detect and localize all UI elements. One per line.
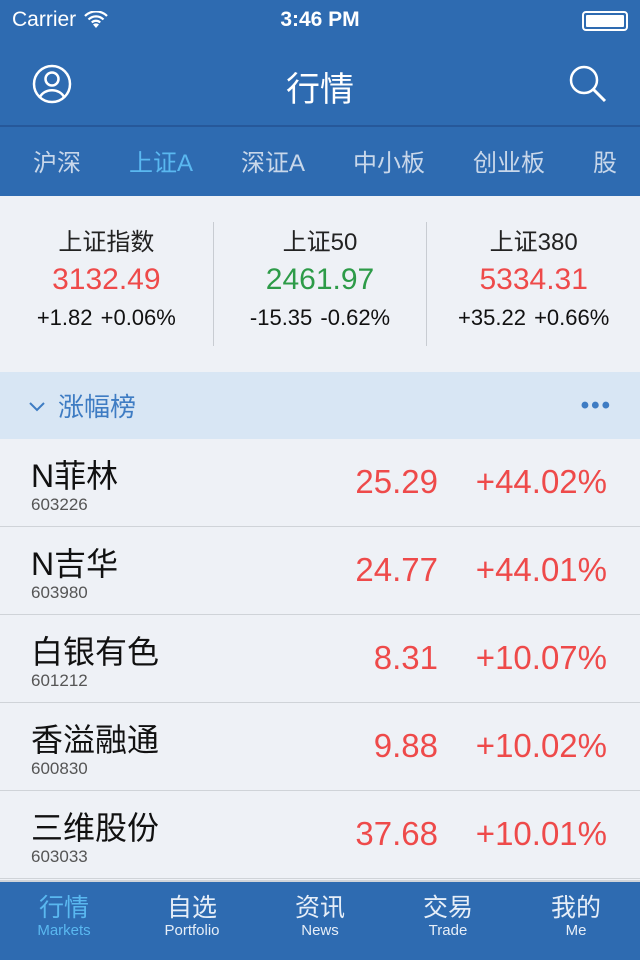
nav-bar: 行情: [0, 40, 640, 127]
stock-name: 白银有色: [31, 634, 160, 670]
tabbar-label: 我的: [550, 894, 601, 922]
status-bar: Carrier 3:46 PM: [0, 0, 640, 40]
stock-price: 24.77: [355, 551, 438, 588]
tab-chinext[interactable]: 创业板: [473, 143, 545, 178]
stock-code: 603033: [31, 847, 88, 866]
stock-change-pct: +10.07%: [475, 639, 607, 676]
stock-code: 603226: [31, 495, 88, 514]
stock-price: 37.68: [355, 815, 438, 852]
tabbar-item-portfolio[interactable]: 自选 Portfolio: [128, 882, 256, 960]
stock-row[interactable]: 三维股份 603033 37.68 +10.01%: [0, 791, 640, 879]
stock-price: 8.31: [373, 639, 438, 676]
stock-price: 9.88: [373, 727, 438, 764]
stock-row[interactable]: 香溢融通 600830 9.88 +10.02%: [0, 703, 640, 791]
index-card[interactable]: 上证指数 3132.49 +1.82 +0.06%: [0, 222, 214, 346]
tabbar-label: 自选: [166, 894, 217, 922]
header: Carrier 3:46 PM 行情 沪深 上证A 深证A 中小板 创业板 股: [0, 0, 640, 196]
tabbar-item-trade[interactable]: 交易 Trade: [384, 882, 512, 960]
index-card[interactable]: 上证50 2461.97 -15.35 -0.62%: [214, 222, 428, 346]
tabbar-sublabel: Trade: [428, 922, 468, 939]
stock-code: 601212: [31, 671, 88, 690]
stock-list: N菲林 603226 25.29 +44.02% N吉华 603980 24.77 +44.0…: [0, 439, 640, 879]
tabbar-item-news[interactable]: 资讯 News: [256, 882, 384, 960]
clock: 3:46 PM: [280, 8, 360, 31]
stock-change-pct: +44.01%: [475, 551, 607, 588]
tabbar-label: 交易: [422, 894, 473, 922]
stock-name: 三维股份: [31, 810, 160, 846]
search-icon[interactable]: [568, 64, 608, 104]
tab-bar: 行情 Markets 自选 Portfolio 资讯 News 交易 Trade 我的 Me: [0, 880, 640, 960]
chevron-down-icon: [29, 401, 45, 411]
tabbar-sublabel: Markets: [37, 922, 91, 939]
more-icon[interactable]: •••: [581, 392, 612, 420]
stock-code: 603980: [31, 583, 88, 602]
stock-price: 25.29: [355, 463, 438, 500]
tab-hushen[interactable]: 沪深: [33, 143, 81, 178]
stock-name: N菲林: [31, 458, 119, 494]
page-title: 行情: [286, 71, 354, 109]
stock-change-pct: +44.02%: [475, 463, 607, 500]
index-card[interactable]: 上证380 5334.31 +35.22 +0.66%: [427, 222, 640, 346]
tabbar-item-me[interactable]: 我的 Me: [512, 882, 640, 960]
stock-change-pct: +10.01%: [475, 815, 607, 852]
tab-more[interactable]: 股: [593, 143, 617, 178]
stock-name: 香溢融通: [31, 722, 160, 758]
tabbar-label: 资讯: [294, 894, 345, 922]
tabbar-item-markets[interactable]: 行情 Markets: [0, 882, 128, 960]
market-tabs: 沪深 上证A 深证A 中小板 创业板 股: [0, 127, 640, 194]
stock-row[interactable]: N吉华 603980 24.77 +44.01%: [0, 527, 640, 615]
stock-row[interactable]: N菲林 603226 25.29 +44.02%: [0, 439, 640, 527]
index-summary: 上证指数 3132.49 +1.82 +0.06% 上证50 2461.97 -…: [0, 196, 640, 372]
tabbar-sublabel: Portfolio: [164, 922, 220, 939]
tabbar-sublabel: Me: [565, 922, 587, 939]
stock-code: 600830: [31, 759, 88, 778]
stock-change-pct: +10.02%: [475, 727, 607, 764]
section-header-gainers[interactable]: 涨幅榜 •••: [0, 372, 640, 439]
battery-icon: [582, 11, 628, 31]
section-title: 涨幅榜: [58, 392, 137, 422]
tab-sme-board[interactable]: 中小板: [353, 143, 425, 178]
tabbar-label: 行情: [38, 894, 89, 922]
tabbar-sublabel: News: [301, 922, 339, 939]
tab-shanghai-a[interactable]: 上证A: [129, 143, 193, 178]
stock-row[interactable]: 白银有色 601212 8.31 +10.07%: [0, 615, 640, 703]
tab-shenzhen-a[interactable]: 深证A: [241, 143, 305, 178]
stock-name: N吉华: [31, 546, 119, 582]
